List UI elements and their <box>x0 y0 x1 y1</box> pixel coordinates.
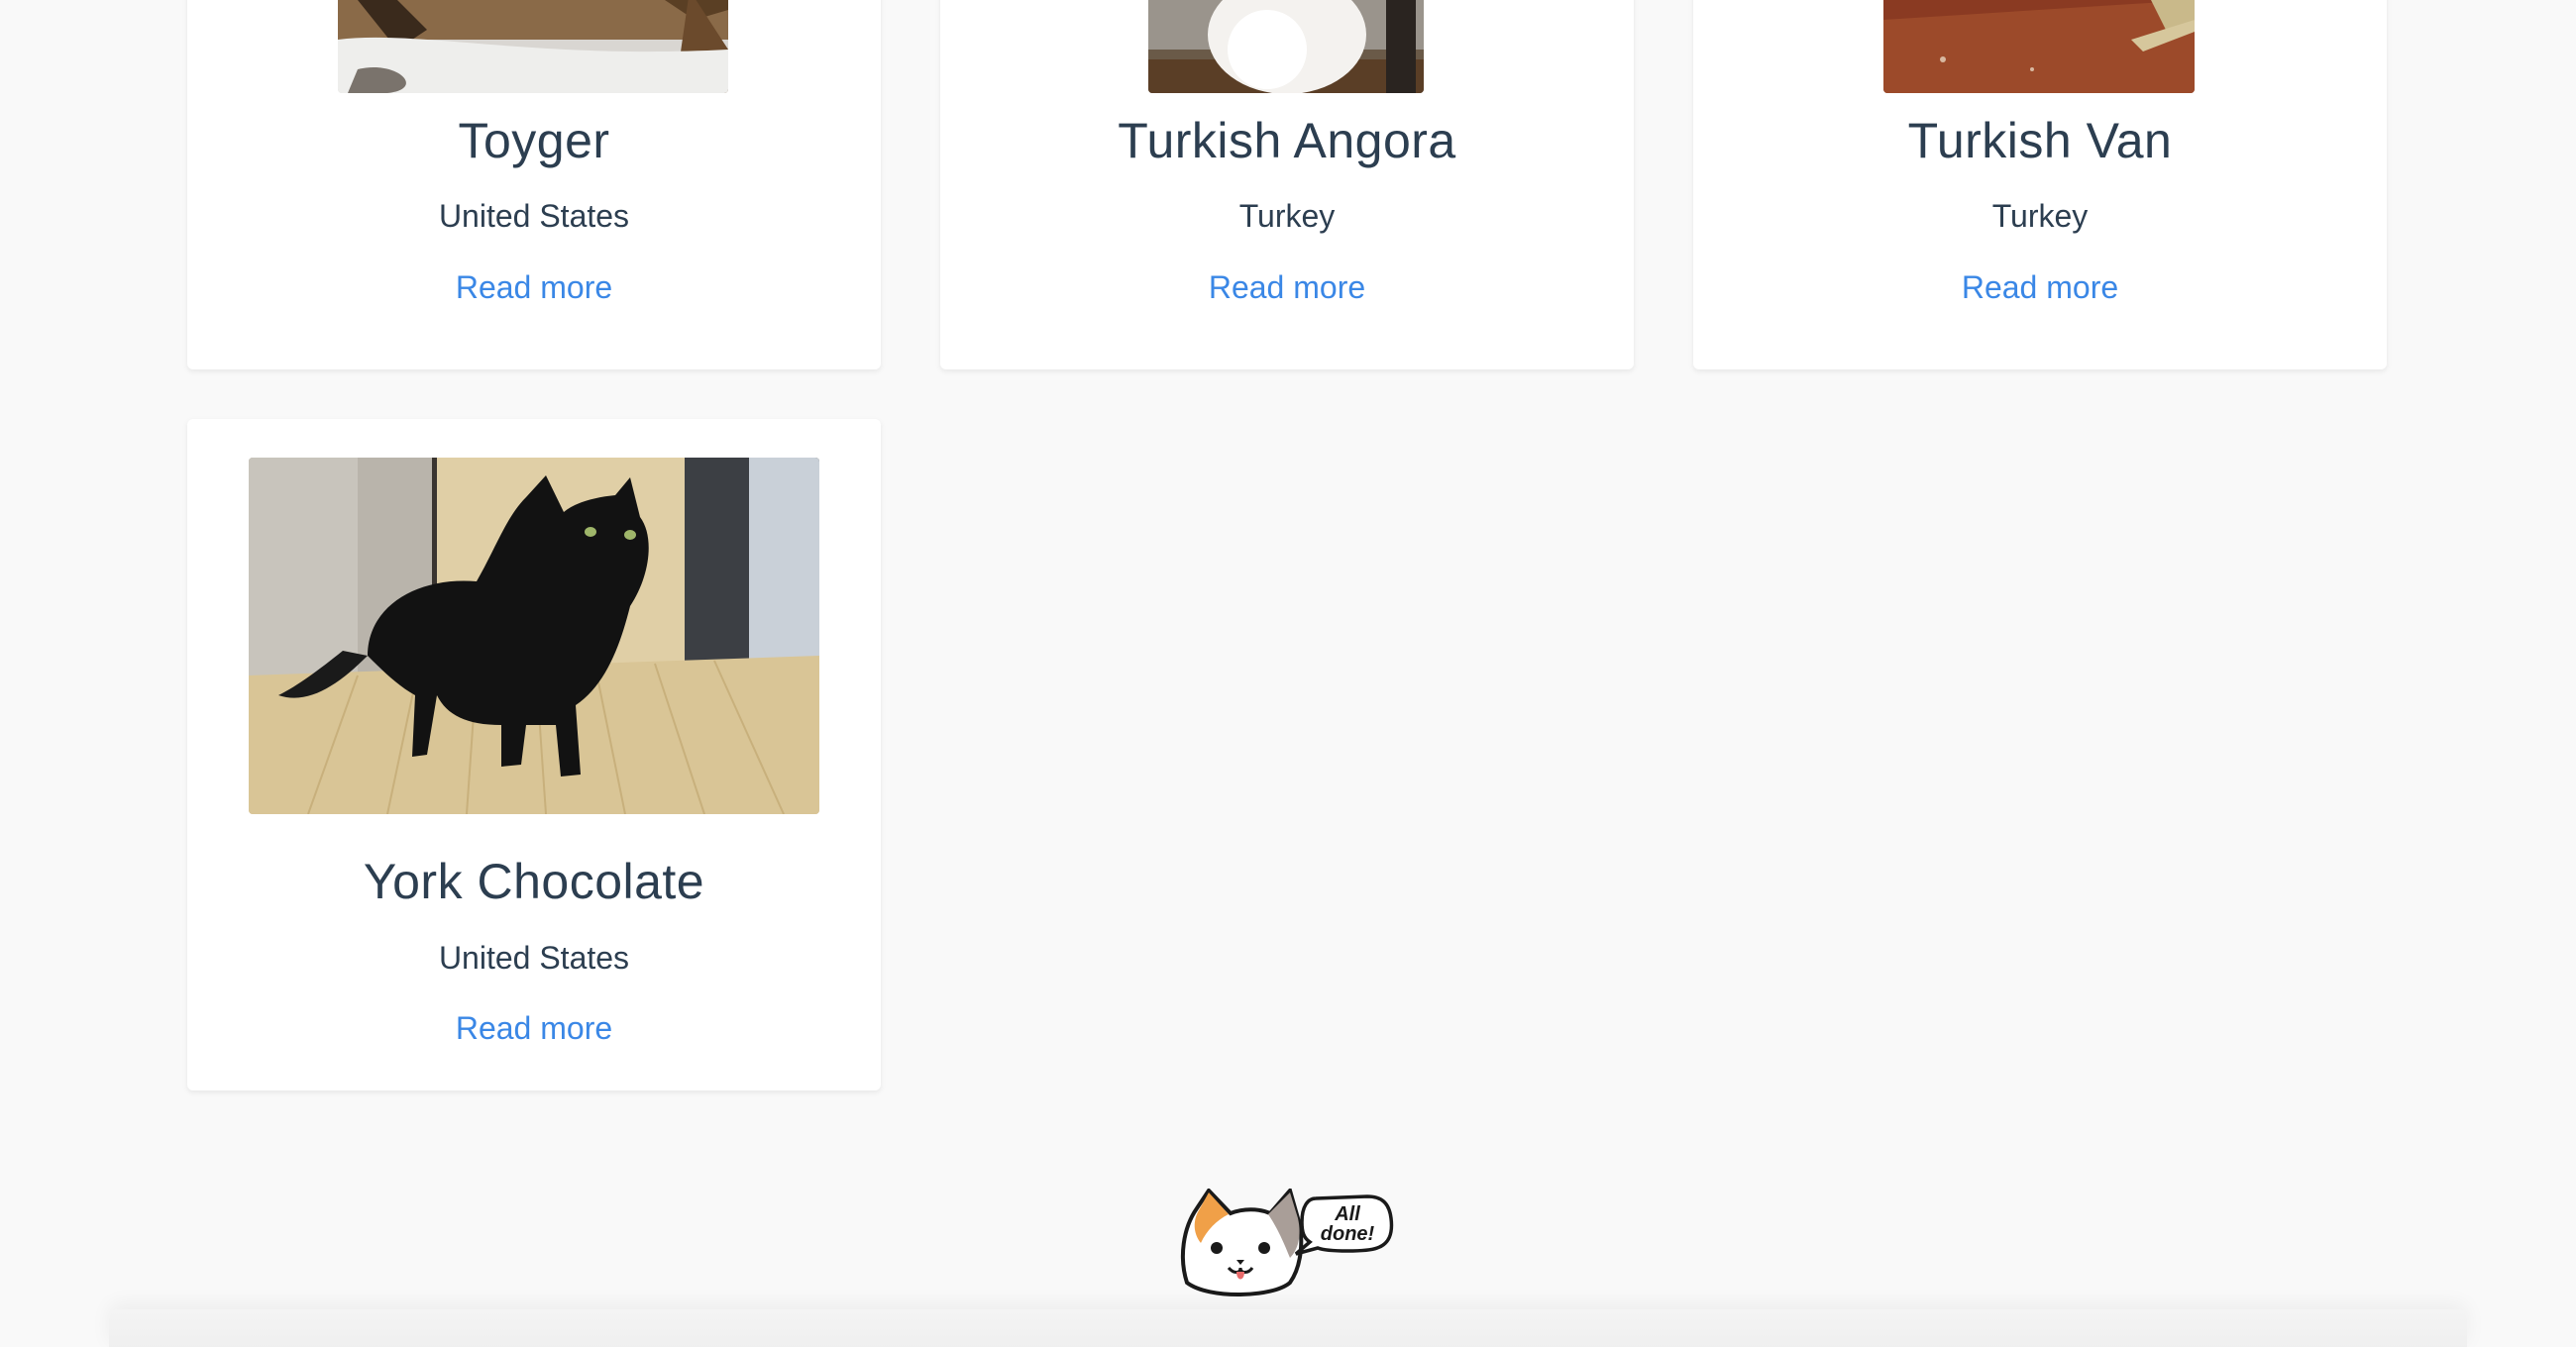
breed-photo-toyger[interactable] <box>338 0 728 93</box>
breed-origin: United States <box>438 198 630 234</box>
calico-cat-face-icon <box>1180 1186 1304 1296</box>
breed-title: Turkish Angora <box>1118 113 1456 168</box>
breed-photo-turkish-angora[interactable] <box>1148 0 1424 93</box>
speech-bubble-icon: All done! <box>1294 1194 1394 1256</box>
footer-panel <box>109 1309 2467 1347</box>
breed-origin: Turkey <box>1991 198 2089 234</box>
breed-photo-turkish-van[interactable] <box>1883 0 2195 93</box>
bubble-text-line2: done! <box>1321 1223 1375 1245</box>
breed-card-turkish-van: Turkish Van Turkey Read more <box>1693 0 2387 369</box>
read-more-link[interactable]: Read more <box>187 1012 881 1044</box>
bubble-text-line1: All <box>1334 1203 1360 1225</box>
breed-card-toyger: Toyger United States Read more <box>187 0 881 369</box>
breed-origin: Turkey <box>1238 198 1336 234</box>
breed-title: Turkish Van <box>1907 113 2173 168</box>
read-more-link[interactable]: Read more <box>1693 271 2387 303</box>
breed-title: York Chocolate <box>363 854 705 909</box>
read-more-link[interactable]: Read more <box>187 271 881 303</box>
breed-origin: United States <box>438 940 630 976</box>
read-more-link[interactable]: Read more <box>940 271 1634 303</box>
all-done-mascot: All done! <box>1179 1186 1397 1297</box>
breed-photo-york-chocolate[interactable] <box>249 458 819 814</box>
breed-card-york-chocolate: York Chocolate United States Read more <box>187 419 881 1090</box>
breed-title: Toyger <box>458 113 610 168</box>
breeds-page: Toyger United States Read more Turkish A… <box>0 0 2576 1347</box>
breed-card-turkish-angora: Turkish Angora Turkey Read more <box>940 0 1634 369</box>
